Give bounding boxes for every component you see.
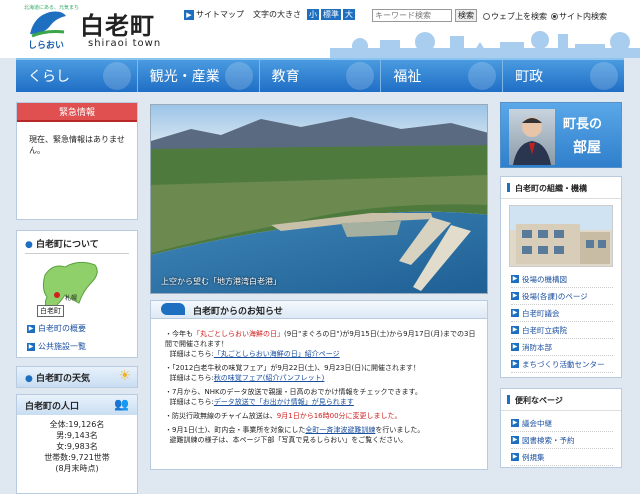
- news-item: ・防災行政無線のチャイム放送は、9月1日から16時00分に変更しました。: [165, 412, 402, 420]
- emergency-title: 緊急情報: [17, 103, 137, 122]
- map-label-town: 白老町: [37, 305, 64, 317]
- nav-education[interactable]: 教育: [260, 60, 382, 92]
- font-size-small-button[interactable]: 小: [307, 9, 319, 20]
- font-size-large-button[interactable]: 大: [343, 9, 355, 20]
- nav-kurashi[interactable]: くらし: [16, 60, 138, 92]
- link-public-facilities[interactable]: ▶ 公共施設一覧: [27, 341, 86, 352]
- mayor-title-2: 部屋: [573, 140, 601, 156]
- useful-link[interactable]: ▶ 例規集: [511, 449, 613, 466]
- aerial-port-image: [151, 105, 487, 293]
- weather-panel[interactable]: ● 白老町の天気 ☀: [16, 366, 138, 388]
- photo-caption: 上空から望む「地方港湾白老港」: [161, 277, 281, 286]
- sun-cloud-icon: ☀: [118, 368, 131, 384]
- logo-kana: しらおい: [28, 41, 65, 51]
- map-label-sapporo: 札幌: [65, 295, 78, 302]
- emergency-panel: 緊急情報 現在、緊急情報はありません。: [16, 102, 138, 220]
- org-link[interactable]: ▶ 役場の機構図: [511, 271, 613, 288]
- org-link[interactable]: ▶ 白老町立病院: [511, 322, 613, 339]
- arrow-right-icon: ▶: [511, 309, 519, 317]
- people-icon: 👥: [114, 397, 129, 411]
- useful-link[interactable]: ▶ 議会中継: [511, 415, 613, 432]
- building-icon: [589, 62, 618, 90]
- news-item: ・7月から、NHKのデータ放送で親援・日高のおでかけ情報をチェックできます。 詳…: [165, 388, 422, 406]
- mayor-room-banner[interactable]: 町長の 部屋: [500, 102, 622, 168]
- mayor-title-1: 町長の: [563, 117, 603, 132]
- useful-pages-title: 便利なページ: [501, 389, 621, 411]
- logo-mark-icon: [161, 303, 185, 315]
- news-title: 白老町からのお知らせ: [151, 301, 487, 319]
- font-size-standard-button[interactable]: 標準: [321, 9, 341, 20]
- org-link[interactable]: ▶ 白老町議会: [511, 305, 613, 322]
- arrow-right-icon: ▶: [511, 436, 519, 444]
- organization-title: 白老町の組織・機構: [501, 177, 621, 199]
- arrow-right-icon: ▶: [184, 9, 194, 20]
- arrow-right-icon: ▶: [27, 324, 35, 333]
- organization-panel: 白老町の組織・機構 ▶ 役場の機構図 ▶ 役場(各課)のページ ▶ 白老町議会 ▶ 白老…: [500, 176, 622, 378]
- search-scope: ウェブ上を検索 サイト内検索: [483, 11, 607, 22]
- population-total: 全体:19,126名: [49, 420, 105, 429]
- useful-pages-panel: 便利なページ ▶ 議会中継 ▶ 図書検索・予約 ▶ 例規集: [500, 388, 622, 468]
- arrow-right-icon: ▶: [511, 275, 519, 283]
- news-item: ・今年も「丸ごとしらおい海鮮の日」(9日"まぐろの日")が9月15日(土)から9…: [165, 330, 476, 358]
- site-header: 北海道にある、元気まち しらおい 白老町 shiraoi town ▶ サイトマ…: [0, 0, 640, 58]
- news-panel: 白老町からのお知らせ ・今年も「丸ごとしらおい海鮮の日」(9日"まぐろの日")が…: [150, 300, 488, 470]
- news-link[interactable]: 全町一斉津波避難訓練: [305, 426, 375, 434]
- main-column: 上空から望む「地方港湾白老港」 白老町からのお知らせ ・今年も「丸ごとしらおい海…: [150, 104, 488, 470]
- global-nav: くらし 観光・産業 教育 福祉 町政: [16, 58, 624, 92]
- news-link[interactable]: 「丸ごとしらおい海鮮の日」紹介ページ: [214, 350, 340, 358]
- hero-photo[interactable]: 上空から望む「地方港湾白老港」: [150, 104, 488, 294]
- nav-tourism[interactable]: 観光・産業: [138, 60, 260, 92]
- left-column: 緊急情報 現在、緊急情報はありません。 ● 白老町について 札幌 白老町 ▶ 白老…: [16, 102, 138, 494]
- about-title: ● 白老町について: [25, 237, 129, 254]
- radio-web-search[interactable]: ウェブ上を検索: [483, 11, 547, 22]
- site-title[interactable]: 白老町: [80, 6, 155, 41]
- population-households: 世帯数:9,721世帯: [44, 453, 110, 462]
- arrow-right-icon: ▶: [511, 360, 519, 368]
- sitemap-link[interactable]: ▶ サイトマップ: [184, 9, 244, 20]
- mayor-photo: [509, 109, 555, 165]
- news-link[interactable]: データ放送で「お出かけ情報」が見られます: [214, 398, 354, 406]
- emergency-text: 現在、緊急情報はありません。: [29, 135, 125, 155]
- search-input[interactable]: [372, 9, 452, 22]
- org-link[interactable]: ▶ まちづくり活動センター: [511, 356, 613, 373]
- nav-administration[interactable]: 町政: [503, 60, 624, 92]
- arrow-right-icon: ▶: [511, 326, 519, 334]
- arrow-right-icon: ▶: [511, 343, 519, 351]
- news-item: ・9月1日(土)、町内会・事業所を対象にした全町一斉津波避難訓練を行いました。 …: [165, 426, 425, 444]
- site-title-en: shiraoi town: [88, 38, 162, 49]
- arrow-right-icon: ▶: [511, 419, 519, 427]
- population-male: 男:9,143名: [56, 431, 98, 440]
- search-button[interactable]: 検索: [455, 9, 477, 22]
- arrow-right-icon: ▶: [511, 292, 519, 300]
- town-skyline-illustration: [330, 31, 640, 58]
- heart-icon: [468, 62, 497, 90]
- camera-icon: [224, 62, 253, 90]
- radio-site-search[interactable]: サイト内検索: [551, 11, 607, 22]
- school-icon: [346, 62, 375, 90]
- news-link[interactable]: 秋の味覚フェア(紹介パンフレット): [214, 374, 325, 382]
- right-column: 町長の 部屋 白老町の組織・機構 ▶ 役場の機構図 ▶ 役場(各課)のページ ▶ 白老…: [500, 102, 622, 468]
- font-size-label: 文字の大きさ: [253, 10, 301, 19]
- useful-link[interactable]: ▶ 図書検索・予約: [511, 432, 613, 449]
- population-title: 白老町の人口 👥: [17, 395, 137, 415]
- org-link[interactable]: ▶ 消防本部: [511, 339, 613, 356]
- news-item: ・「2012白老牛秋の味覚フェア」が9月22日(土)、9月23日(日)に開催され…: [165, 364, 420, 382]
- link-town-overview[interactable]: ▶ 白老町の概要: [27, 323, 86, 334]
- population-panel: 白老町の人口 👥 全体:19,126名 男:9,143名 女:9,983名 世帯…: [16, 394, 138, 494]
- town-hall-photo: [509, 205, 613, 267]
- arrow-right-icon: ▶: [27, 342, 35, 351]
- about-panel: ● 白老町について 札幌 白老町 ▶ 白老町の概要 ▶ 公共施設一覧: [16, 230, 138, 358]
- org-link[interactable]: ▶ 役場(各課)のページ: [511, 288, 613, 305]
- font-size-switcher: 文字の大きさ 小 標準 大: [253, 9, 355, 20]
- population-female: 女:9,983名: [56, 442, 98, 451]
- house-icon: [102, 62, 131, 90]
- population-date: (8月末時点): [55, 464, 99, 473]
- nav-welfare[interactable]: 福祉: [381, 60, 504, 92]
